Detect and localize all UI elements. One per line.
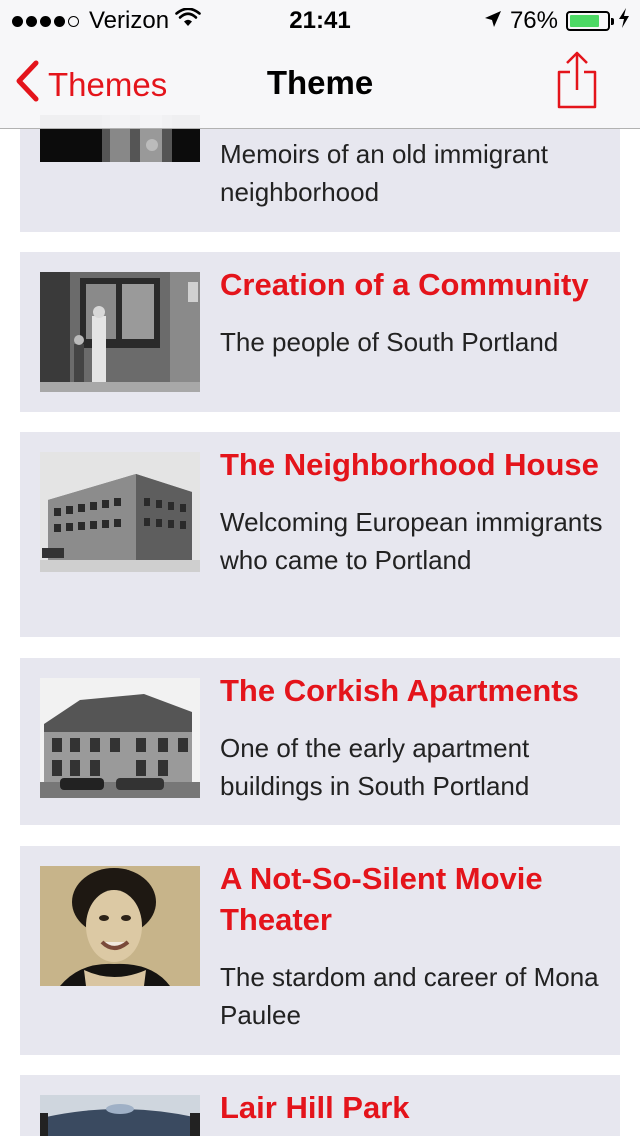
item-thumbnail — [40, 452, 200, 572]
share-icon — [556, 51, 598, 114]
item-thumbnail — [40, 678, 200, 798]
item-title[interactable]: The Corkish Apartments — [220, 670, 610, 711]
status-bar: Verizon 21:41 76% — [0, 0, 640, 40]
list-item[interactable]: The Neighborhood House Welcoming Europea… — [20, 432, 620, 637]
item-description: Memoirs of an old immigrant neighborhood — [220, 139, 548, 207]
list-item[interactable]: A Not-So-Silent Movie Theater The stardo… — [20, 846, 620, 1055]
location-arrow-icon — [484, 7, 502, 35]
battery-icon — [566, 11, 614, 31]
list-item[interactable]: Creation of a Community The people of So… — [20, 252, 620, 412]
item-description: The stardom and career of Mona Paulee — [220, 962, 599, 1030]
item-thumbnail — [40, 866, 200, 986]
item-title[interactable]: A Not-So-Silent Movie Theater — [220, 858, 610, 940]
list-item[interactable]: The Corkish Apartments One of the early … — [20, 658, 620, 825]
battery-percentage: 76% — [509, 7, 558, 34]
item-title[interactable]: Lair Hill Park — [220, 1087, 610, 1128]
list-item[interactable]: Lair Hill Park — [20, 1075, 620, 1136]
item-description: One of the early apartment buildings in … — [220, 733, 530, 801]
item-description: Welcoming European immigrants who came t… — [220, 507, 603, 575]
charging-bolt-icon — [618, 7, 630, 35]
item-thumbnail — [40, 272, 200, 392]
page-title: Theme — [266, 64, 374, 101]
item-thumbnail — [40, 1095, 200, 1136]
item-description: The people of South Portland — [220, 327, 559, 357]
share-button[interactable] — [556, 50, 598, 110]
item-title[interactable]: Creation of a Community — [220, 264, 610, 305]
item-title[interactable]: The Neighborhood House — [220, 444, 610, 485]
